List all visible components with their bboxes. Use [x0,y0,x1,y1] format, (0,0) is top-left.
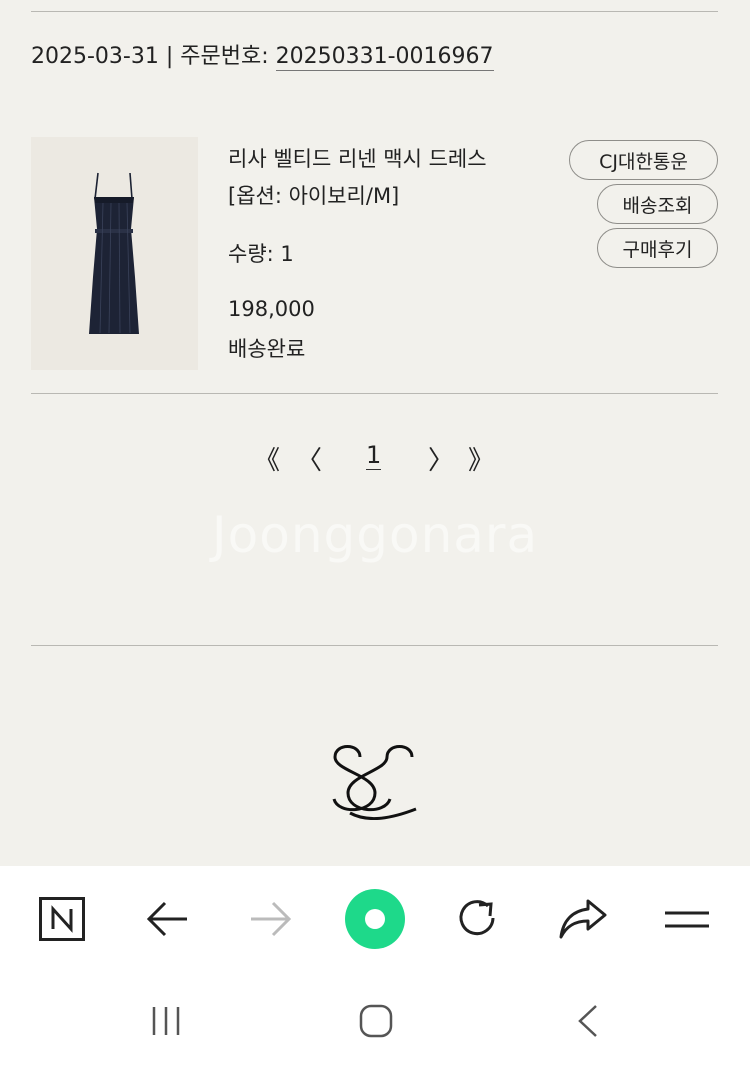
order-date: 2025-03-31 [31,44,159,69]
watermark: Joonggonara [211,506,539,564]
prev-page-button[interactable]: 〈 [296,440,322,477]
brand-logo [330,735,420,821]
order-number-link[interactable]: 20250331-0016967 [275,44,494,71]
menu-icon[interactable] [662,902,712,936]
next-page-button[interactable]: 〉 [428,440,454,477]
forward-arrow-icon[interactable] [248,896,294,942]
first-page-button[interactable]: 《 [254,440,280,477]
last-page-button[interactable]: 》 [468,440,494,477]
carrier-button[interactable]: CJ대한통운 [569,140,718,180]
back-arrow-icon[interactable] [144,896,190,942]
system-back-icon[interactable] [570,1002,606,1040]
product-thumbnail[interactable] [31,137,198,370]
order-header: 2025-03-31 | 주문번호: 20250331-0016967 [31,38,494,71]
footer-divider [31,645,718,646]
share-icon[interactable] [558,896,608,942]
product-option: [옵션: 아이보리/M] [228,184,400,208]
home-icon[interactable] [356,1002,396,1040]
product-price: 198,000 [228,297,315,321]
write-review-button[interactable]: 구매후기 [597,228,718,268]
naver-n-icon[interactable] [38,896,86,942]
product-divider [31,393,718,394]
current-page[interactable]: 1 [366,441,382,470]
track-delivery-button[interactable]: 배송조회 [597,184,718,224]
green-dot-icon[interactable] [344,888,406,950]
product-quantity: 수량: 1 [228,242,294,266]
refresh-icon[interactable] [454,894,502,942]
top-divider [31,11,718,12]
delivery-status: 배송완료 [228,337,306,361]
browser-toolbar [0,866,750,1071]
order-separator: | [158,44,181,69]
dress-image [31,137,198,370]
product-name[interactable]: 리사 벨티드 리넨 맥시 드레스 [228,143,487,173]
order-number-label: 주문번호: [180,44,276,69]
recent-apps-icon[interactable] [146,1002,186,1040]
